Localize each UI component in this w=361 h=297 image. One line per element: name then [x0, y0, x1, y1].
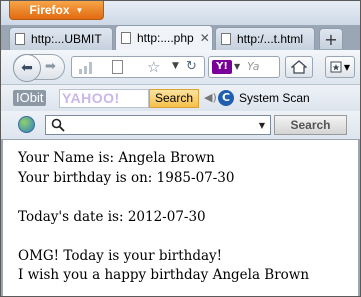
signal-bars-icon — [79, 62, 92, 74]
bookmarks-button[interactable]: ▼ — [325, 56, 355, 78]
search-icon — [51, 118, 65, 132]
search-placeholder: Ya — [247, 60, 260, 73]
back-arrow-icon: ⬅ — [21, 60, 33, 76]
yahoo-engine-icon[interactable]: Y! — [212, 60, 232, 74]
chevron-down-icon[interactable]: ▼ — [259, 121, 265, 130]
system-scan-label[interactable]: System Scan — [239, 91, 310, 105]
tab-label: http:/...t.html — [237, 32, 304, 46]
home-icon — [291, 60, 307, 74]
page-icon — [15, 33, 25, 45]
tab-strip: http:...UBMIT http:....php ✕ http:/...t.… — [1, 25, 360, 50]
home-button[interactable] — [285, 56, 313, 78]
chevron-down-icon: ▼ — [343, 62, 351, 72]
chevron-down-icon: ▼ — [75, 5, 84, 15]
bookmarks-icon — [330, 61, 342, 73]
tab-1[interactable]: http:...UBMIT — [9, 27, 113, 50]
birthday-wish-line: I wish you a happy birthday Angela Brown — [18, 267, 310, 283]
new-tab-button[interactable]: + — [319, 28, 343, 49]
firefox-menu-label: Firefox — [29, 3, 70, 17]
title-bar: Firefox ▼ — [1, 1, 360, 25]
page-content: Your Name is: Angela Brown Your birthday… — [3, 140, 358, 296]
url-bar[interactable]: ☆ ▼ ↻ — [71, 56, 205, 78]
globe-icon[interactable] — [18, 116, 35, 133]
tab-label: http:....php — [137, 31, 194, 45]
bookmark-star-icon[interactable]: ☆ — [147, 58, 160, 76]
chevron-down-icon[interactable]: ▼ — [234, 62, 240, 71]
yahoo-watermark: YAHOO! — [62, 90, 120, 106]
birthday-alert-line: OMG! Today is your birthday! — [18, 247, 223, 264]
firefox-menu-button[interactable]: Firefox ▼ — [9, 1, 104, 20]
birthday-line: Your birthday is on: 1985-07-30 — [18, 169, 235, 186]
page-icon — [121, 32, 131, 44]
plus-icon: + — [324, 29, 338, 49]
navigation-toolbar: ⬅ ➡ ☆ ▼ ↻ Y! ▼ Ya ▼ — [1, 50, 360, 85]
back-forward-group: ⬅ ➡ — [13, 54, 65, 82]
speaker-icon[interactable]: ◀) — [204, 91, 217, 104]
tab-2-active[interactable]: http:....php ✕ — [115, 25, 213, 50]
forward-button[interactable]: ➡ — [45, 59, 56, 74]
search-toolbar: ▼ Search — [1, 111, 360, 140]
tab-3[interactable]: http:/...t.html — [215, 27, 315, 50]
yahoo-search-input[interactable]: YAHOO! — [59, 89, 149, 108]
close-tab-icon[interactable]: ✕ — [200, 31, 210, 45]
site-identity-icon[interactable] — [112, 60, 123, 74]
page-icon — [221, 33, 231, 45]
search-box[interactable]: Y! ▼ Ya — [208, 56, 280, 78]
browser-window: Firefox ▼ http:...UBMIT http:....php ✕ h… — [0, 0, 361, 297]
tab-label: http:...UBMIT — [31, 32, 102, 46]
iobit-toolbar: IObit YAHOO! Search ◀) C System Scan — [1, 85, 360, 111]
reload-icon[interactable]: ↻ — [186, 59, 197, 74]
system-scan-icon[interactable]: C — [218, 90, 234, 106]
toolbar-search-button[interactable]: Search — [274, 115, 347, 135]
toolbar-search-input[interactable]: ▼ — [45, 115, 271, 135]
chevron-down-icon[interactable]: ▼ — [172, 61, 179, 71]
back-button[interactable]: ⬅ — [13, 54, 41, 82]
iobit-logo[interactable]: IObit — [13, 90, 47, 106]
today-date-line: Today's date is: 2012-07-30 — [18, 208, 206, 225]
iobit-search-button[interactable]: Search — [149, 89, 199, 108]
name-line: Your Name is: Angela Brown — [18, 150, 215, 166]
